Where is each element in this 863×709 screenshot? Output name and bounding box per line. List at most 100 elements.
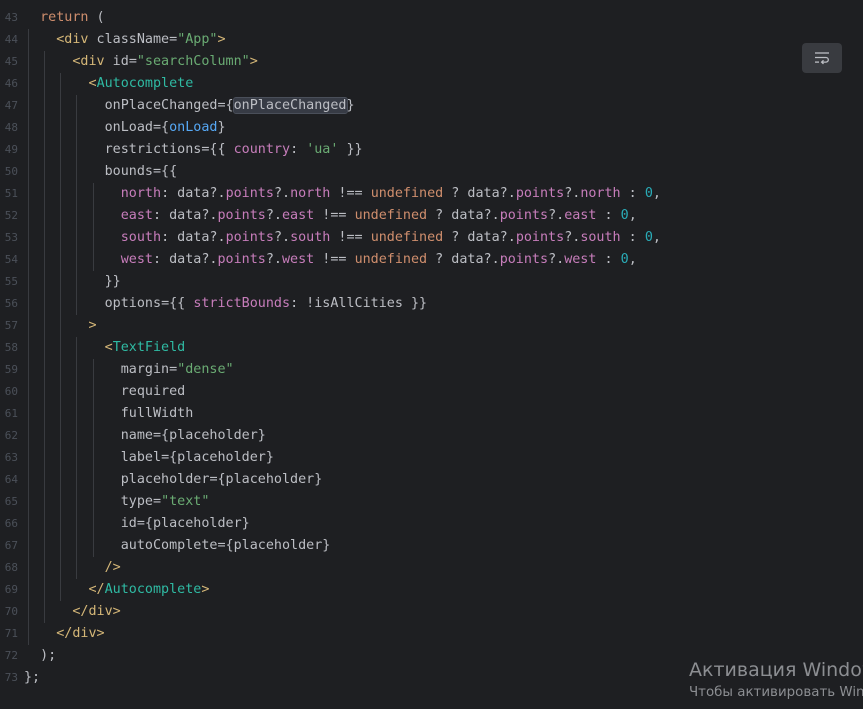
code-token-punc	[24, 406, 121, 421]
code-line[interactable]: 54 west: data?.points?.west !== undefine…	[0, 249, 863, 271]
code-token-punc: !==	[330, 186, 371, 201]
code-line[interactable]: 68 />	[0, 557, 863, 579]
code-text: <Autocomplete	[24, 73, 194, 95]
code-line[interactable]: 50 bounds={{	[0, 161, 863, 183]
code-token-attr: id	[104, 54, 129, 69]
code-text: required	[24, 381, 186, 403]
code-line[interactable]: 67 autoComplete={placeholder}	[0, 535, 863, 557]
code-line[interactable]: 47 onPlaceChanged={onPlaceChanged}	[0, 95, 863, 117]
code-token-num: 0	[644, 186, 653, 201]
line-number: 69	[4, 583, 18, 596]
line-number: 47	[4, 99, 18, 112]
code-text: bounds={{	[24, 161, 178, 183]
code-token-punc	[24, 450, 121, 465]
code-line[interactable]: 63 label={placeholder}	[0, 447, 863, 469]
code-token-punc: ?.	[265, 208, 282, 223]
line-number: 61	[4, 407, 18, 420]
line-number: 45	[4, 55, 18, 68]
code-line[interactable]: 57 >	[0, 315, 863, 337]
code-line[interactable]: 53 south: data?.points?.south !== undefi…	[0, 227, 863, 249]
code-token-kw: undefined	[354, 252, 428, 267]
line-number: 46	[4, 77, 18, 90]
code-line[interactable]: 71 </div>	[0, 623, 863, 645]
code-token-attr: restrictions	[104, 142, 202, 157]
code-token-attr: name	[120, 428, 153, 443]
code-line[interactable]: 49 restrictions={{ country: 'ua' }}	[0, 139, 863, 161]
code-token-comp: Autocomplete	[104, 582, 202, 597]
line-number: 49	[4, 143, 18, 156]
code-token-punc	[24, 252, 121, 267]
code-token-punc	[24, 538, 121, 553]
code-line[interactable]: 69 </Autocomplete>	[0, 579, 863, 601]
code-token-punc: ={{	[161, 296, 194, 311]
code-line[interactable]: 65 type="text"	[0, 491, 863, 513]
code-line[interactable]: 44 <div className="App">	[0, 29, 863, 51]
line-number: 56	[4, 297, 18, 310]
code-token-punc: ? data?.	[443, 230, 516, 245]
code-line[interactable]: 48 onLoad={onLoad}	[0, 117, 863, 139]
code-text: </div>	[24, 601, 120, 623]
code-editor[interactable]: 43 return (44 <div className="App"> 45 <d…	[0, 0, 863, 709]
line-number: 68	[4, 561, 18, 574]
code-line[interactable]: 66 id={placeholder}	[0, 513, 863, 535]
code-token-prop: points	[217, 252, 266, 267]
code-token-punc: ,	[628, 252, 637, 267]
line-number: 60	[4, 385, 18, 398]
code-text: name={placeholder}	[24, 425, 266, 447]
code-line[interactable]: 61 fullWidth	[0, 403, 863, 425]
code-token-punc: : !isAllCities }}	[290, 296, 428, 311]
code-token-num: 0	[644, 230, 653, 245]
code-line[interactable]: 46 <Autocomplete	[0, 73, 863, 95]
line-number: 44	[4, 33, 18, 46]
line-number: 71	[4, 627, 18, 640]
code-line[interactable]: 58 <TextField	[0, 337, 863, 359]
code-text: <TextField	[24, 337, 186, 359]
line-number: 51	[4, 187, 18, 200]
code-token-punc: !==	[330, 230, 371, 245]
code-token-attr: bounds	[104, 164, 153, 179]
code-text: id={placeholder}	[24, 513, 250, 535]
code-text: north: data?.points?.north !== undefined…	[24, 183, 661, 205]
code-token-attr: autoComplete	[120, 538, 218, 553]
code-line[interactable]: 64 placeholder={placeholder}	[0, 469, 863, 491]
line-number: 64	[4, 473, 18, 486]
code-token-str: "App"	[177, 32, 218, 47]
code-text: type="text"	[24, 491, 210, 513]
line-number: 52	[4, 209, 18, 222]
code-token-punc: ?.	[273, 186, 291, 201]
code-token-tag: <	[104, 340, 113, 355]
code-token-tag: </div>	[56, 626, 105, 641]
code-token-punc: ,	[652, 186, 661, 201]
code-token-num: 0	[620, 252, 629, 267]
code-token-punc: }}	[24, 274, 121, 289]
line-number: 48	[4, 121, 18, 134]
code-token-punc: ?.	[564, 230, 581, 245]
code-token-punc: ?.	[548, 208, 565, 223]
code-line[interactable]: 45 <div id="searchColumn">	[0, 51, 863, 73]
code-token-punc: :	[620, 230, 645, 245]
code-token-punc	[24, 318, 89, 333]
code-token-punc: }	[346, 98, 355, 113]
code-token-prop: east	[564, 208, 597, 223]
code-text: />	[24, 557, 121, 579]
line-number: 67	[4, 539, 18, 552]
code-line[interactable]: 70 </div>	[0, 601, 863, 623]
code-line[interactable]: 55 }}	[0, 271, 863, 293]
code-token-punc	[24, 296, 105, 311]
code-token-punc: :	[596, 252, 621, 267]
code-token-prop: points	[217, 208, 266, 223]
code-token-prop: west	[282, 252, 315, 267]
code-token-punc	[24, 428, 121, 443]
soft-wrap-button[interactable]	[802, 43, 842, 73]
code-line[interactable]: 43 return (	[0, 7, 863, 29]
code-token-punc	[24, 384, 121, 399]
code-token-attr: label	[120, 450, 162, 465]
code-text: fullWidth	[24, 403, 194, 425]
code-line[interactable]: 60 required	[0, 381, 863, 403]
code-line[interactable]: 59 margin="dense"	[0, 359, 863, 381]
code-line[interactable]: 56 options={{ strictBounds: !isAllCities…	[0, 293, 863, 315]
code-token-punc: ? data?.	[427, 252, 500, 267]
code-line[interactable]: 52 east: data?.points?.east !== undefine…	[0, 205, 863, 227]
code-line[interactable]: 51 north: data?.points?.north !== undefi…	[0, 183, 863, 205]
code-line[interactable]: 62 name={placeholder}	[0, 425, 863, 447]
